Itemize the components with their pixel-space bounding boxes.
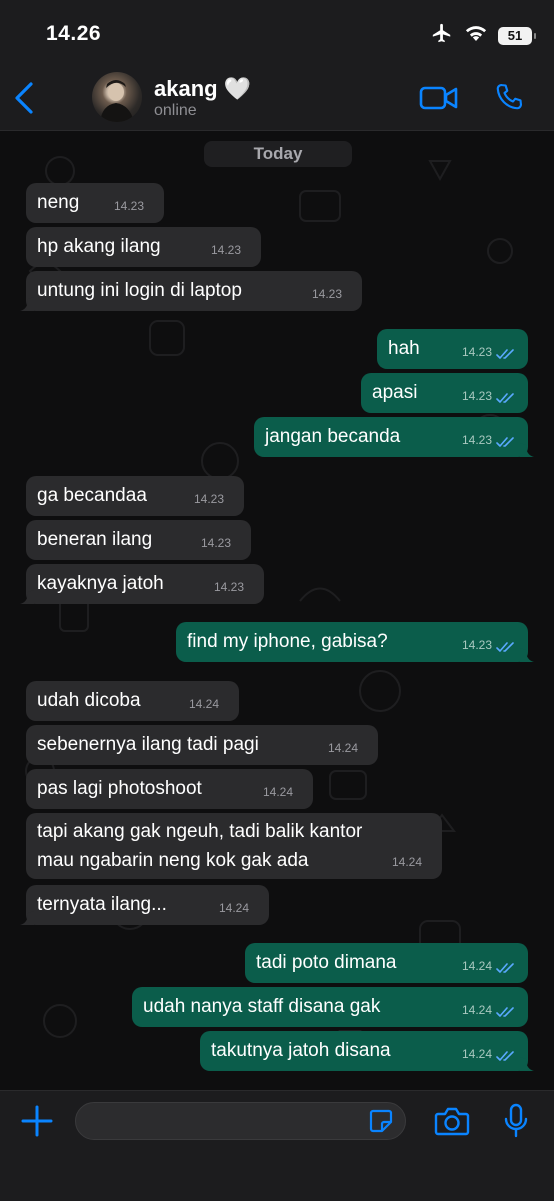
read-receipt-icon <box>496 1007 514 1017</box>
bubble-tail <box>520 1057 534 1071</box>
message-time: 14.24 <box>188 697 219 711</box>
message-time: 14.23 <box>461 433 492 447</box>
message-input[interactable] <box>75 1102 406 1140</box>
status-icons: 51 <box>430 22 536 49</box>
incoming-message[interactable]: hp akang ilang 14.23 <box>26 227 261 267</box>
read-receipt-icon <box>496 349 514 359</box>
contact-status: online <box>154 102 197 119</box>
message-time: 14.24 <box>327 741 358 755</box>
outgoing-message[interactable]: find my iphone, gabisa? 14.23 <box>176 622 534 662</box>
incoming-message[interactable]: untung ini login di laptop 14.23 <box>20 271 362 311</box>
incoming-message[interactable]: beneran ilang 14.23 <box>26 520 251 560</box>
message-text: kayaknya jatoh <box>37 573 164 594</box>
message-time: 14.24 <box>218 901 249 915</box>
outgoing-message[interactable]: hah 14.23 <box>377 329 528 369</box>
message-text: untung ini login di laptop <box>37 280 242 301</box>
contact-name[interactable]: akang 🤍 <box>154 76 251 102</box>
read-receipt-icon <box>496 1051 514 1061</box>
message-text: apasi <box>372 382 418 403</box>
message-time: 14.23 <box>113 199 144 213</box>
incoming-message[interactable]: tapi akang gak ngeuh, tadi balik kantor … <box>26 813 442 879</box>
back-chevron-icon[interactable] <box>12 80 36 116</box>
message-text: udah dicoba <box>37 690 141 711</box>
message-time: 14.23 <box>311 287 342 301</box>
wifi-icon <box>464 24 488 47</box>
incoming-message[interactable]: udah dicoba 14.24 <box>26 681 239 721</box>
plus-icon[interactable] <box>20 1104 54 1143</box>
battery-indicator: 51 <box>498 26 536 45</box>
message-time: 14.23 <box>210 243 241 257</box>
message-text: tapi akang gak ngeuh, tadi balik kantor … <box>37 821 363 871</box>
sticker-icon[interactable] <box>368 1108 394 1139</box>
airplane-icon <box>430 22 454 49</box>
message-text: jangan becanda <box>265 426 401 447</box>
bubble-tail <box>20 297 34 311</box>
video-call-icon[interactable] <box>419 84 459 117</box>
message-text: neng <box>37 192 80 213</box>
chat-area[interactable]: Today neng 14.23 hp akang ilang 14.23 untung… <box>0 131 554 1090</box>
message-text: beneran ilang <box>37 529 153 550</box>
outgoing-message[interactable]: apasi 14.23 <box>361 373 528 413</box>
read-receipt-icon <box>496 393 514 403</box>
date-separator: Today <box>204 141 352 167</box>
message-time: 14.24 <box>391 855 422 869</box>
message-time: 14.23 <box>193 492 224 506</box>
bubble-tail <box>20 911 34 925</box>
bubble-tail <box>520 443 534 457</box>
message-text: ga becandaa <box>37 485 147 506</box>
message-text: ternyata ilang... <box>37 894 167 915</box>
message-time: 14.23 <box>461 345 492 359</box>
outgoing-message[interactable]: tadi poto dimana 14.24 <box>245 943 528 983</box>
outgoing-message[interactable]: udah nanya staff disana gak 14.24 <box>132 987 528 1027</box>
read-receipt-icon <box>496 642 514 652</box>
message-text: sebenernya ilang tadi pagi <box>37 734 259 755</box>
input-bar <box>0 1090 554 1201</box>
message-text: pas lagi photoshoot <box>37 778 202 799</box>
message-time: 14.23 <box>213 580 244 594</box>
outgoing-message[interactable]: takutnya jatoh disana 14.24 <box>200 1031 534 1071</box>
message-text: find my iphone, gabisa? <box>187 631 388 652</box>
message-text: hp akang ilang <box>37 236 161 257</box>
incoming-message[interactable]: ga becandaa 14.23 <box>26 476 244 516</box>
read-receipt-icon <box>496 437 514 447</box>
bubble-tail <box>20 590 34 604</box>
message-text: takutnya jatoh disana <box>211 1040 391 1061</box>
status-time: 14.26 <box>46 22 102 45</box>
incoming-message[interactable]: kayaknya jatoh 14.23 <box>20 564 264 604</box>
message-time: 14.24 <box>461 1047 492 1061</box>
message-time: 14.23 <box>200 536 231 550</box>
incoming-message[interactable]: pas lagi photoshoot 14.24 <box>26 769 313 809</box>
chat-header: akang 🤍 online <box>0 70 554 131</box>
bubble-tail <box>520 648 534 662</box>
avatar[interactable] <box>92 72 142 122</box>
phone-call-icon[interactable] <box>494 82 524 117</box>
status-bar: 14.26 51 <box>0 0 554 70</box>
incoming-message[interactable]: neng 14.23 <box>26 183 164 223</box>
incoming-message[interactable]: ternyata ilang... 14.24 <box>20 885 269 925</box>
camera-icon[interactable] <box>434 1105 470 1142</box>
message-time: 14.24 <box>461 1003 492 1017</box>
message-text: hah <box>388 338 420 359</box>
message-time: 14.24 <box>461 959 492 973</box>
outgoing-message[interactable]: jangan becanda 14.23 <box>254 417 534 457</box>
microphone-icon[interactable] <box>503 1103 529 1144</box>
read-receipt-icon <box>496 963 514 973</box>
message-time: 14.23 <box>461 389 492 403</box>
message-time: 14.23 <box>461 638 492 652</box>
message-text: udah nanya staff disana gak <box>143 996 381 1017</box>
message-time: 14.24 <box>262 785 293 799</box>
message-text: tadi poto dimana <box>256 952 397 973</box>
incoming-message[interactable]: sebenernya ilang tadi pagi 14.24 <box>26 725 378 765</box>
